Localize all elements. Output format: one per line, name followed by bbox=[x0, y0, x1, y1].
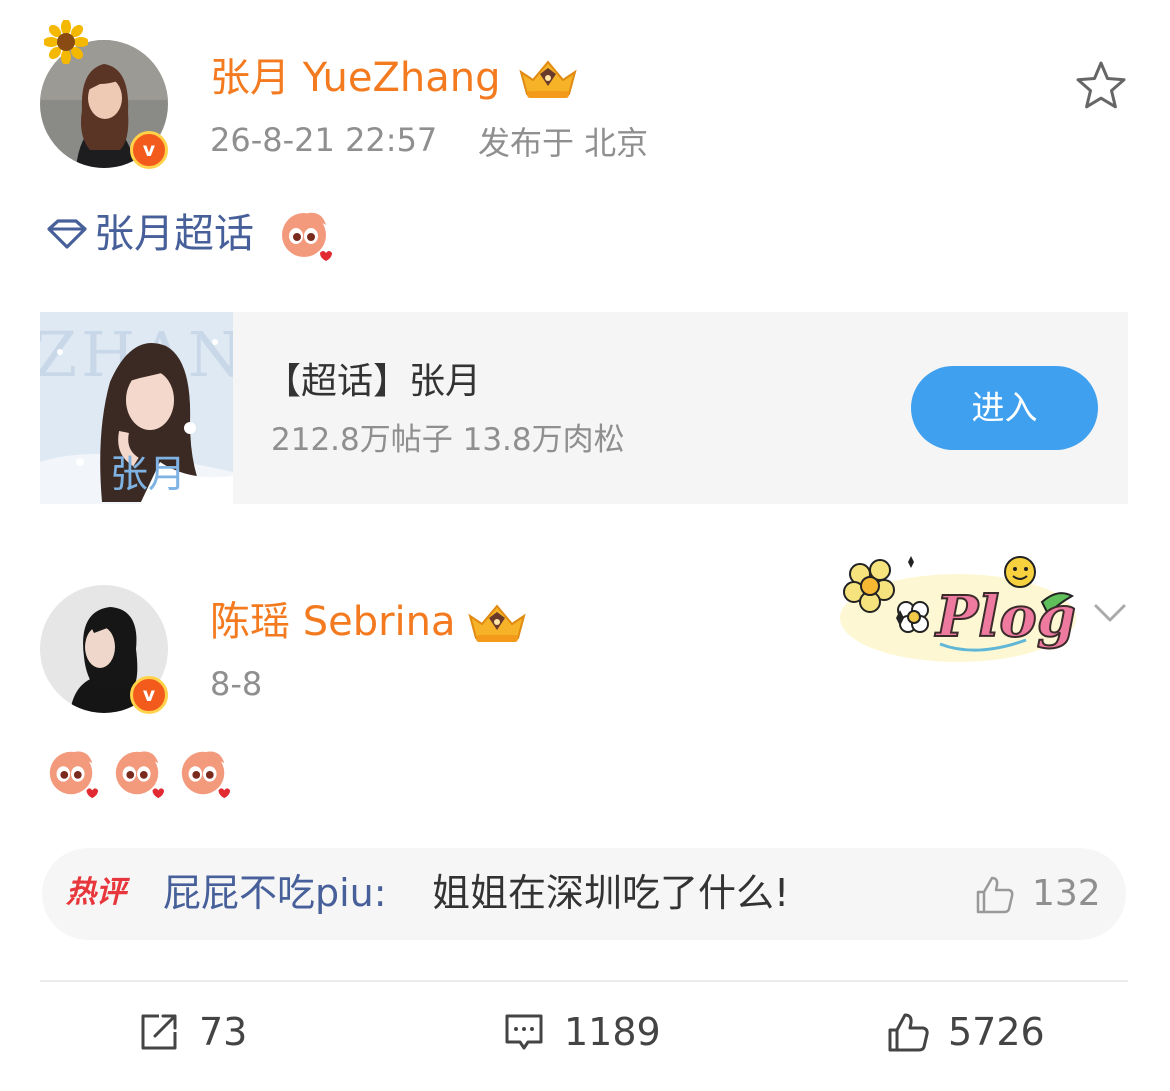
repost-timestamp: 8-8 bbox=[210, 665, 263, 703]
plog-sticker: Plog bbox=[836, 548, 1080, 668]
thumbs-up-icon bbox=[888, 1013, 929, 1052]
super-topic-card[interactable]: ZHANG 张月 【超话】张月 212.8万帖子 13.8万肉松 进入 bbox=[40, 312, 1128, 504]
super-topic-stats: 212.8万帖子 13.8万肉松 bbox=[271, 422, 625, 458]
repost-icon bbox=[141, 1014, 177, 1050]
hot-comment-user[interactable]: 屁屁不吃piu: bbox=[163, 866, 387, 920]
sticker-emoji-icon bbox=[181, 751, 231, 799]
emoji-row bbox=[44, 744, 232, 800]
comment-icon bbox=[505, 1014, 543, 1050]
hot-comment-tag: 热评 bbox=[66, 875, 126, 910]
divider bbox=[40, 980, 1128, 982]
super-topic-title: 【超话】张月 bbox=[265, 361, 482, 402]
like-button[interactable]: 5726 bbox=[886, 1008, 1045, 1056]
hot-comment[interactable]: 热评 屁屁不吃piu: 姐姐在深圳吃了什么! 132 bbox=[42, 848, 1126, 940]
post-timestamp: 26-8-21 22:57 bbox=[210, 121, 438, 159]
comment-button[interactable]: 1189 bbox=[502, 1008, 661, 1056]
comment-count: 1189 bbox=[564, 1010, 661, 1054]
thumbs-up-icon[interactable] bbox=[972, 872, 1016, 916]
repost-author-name[interactable]: 陈瑶 Sebrina bbox=[210, 598, 456, 646]
enter-button[interactable]: 进入 bbox=[911, 366, 1098, 450]
chevron-down-icon[interactable] bbox=[1090, 598, 1130, 630]
sunflower-icon bbox=[43, 19, 89, 65]
cover-caption: 张月 bbox=[110, 452, 187, 496]
crown-icon bbox=[517, 58, 579, 104]
star-icon[interactable] bbox=[1073, 58, 1129, 114]
plog-text: Plog bbox=[934, 584, 1076, 650]
post-author-name[interactable]: 张月 YueZhang bbox=[210, 54, 501, 102]
topic-text: 张月超话 bbox=[94, 211, 254, 257]
verified-badge: v bbox=[130, 131, 168, 169]
sticker-emoji-icon bbox=[115, 751, 165, 799]
super-topic-cover-image: ZHANG 张月 bbox=[40, 312, 233, 504]
sticker-emoji-icon bbox=[49, 751, 99, 799]
post-location: 发布于 北京 bbox=[478, 124, 649, 162]
repost-count: 73 bbox=[199, 1010, 248, 1054]
hot-comment-text: 姐姐在深圳吃了什么! bbox=[432, 871, 790, 915]
sticker-emoji-icon bbox=[282, 212, 332, 261]
like-count: 5726 bbox=[948, 1010, 1045, 1054]
crown-icon bbox=[466, 602, 528, 648]
topic-link[interactable]: 张月超话 bbox=[44, 205, 334, 263]
verified-badge: v bbox=[130, 676, 168, 714]
repost-button[interactable]: 73 bbox=[137, 1008, 247, 1056]
diamond-icon bbox=[47, 219, 87, 249]
hot-comment-like-count: 132 bbox=[1032, 873, 1101, 914]
